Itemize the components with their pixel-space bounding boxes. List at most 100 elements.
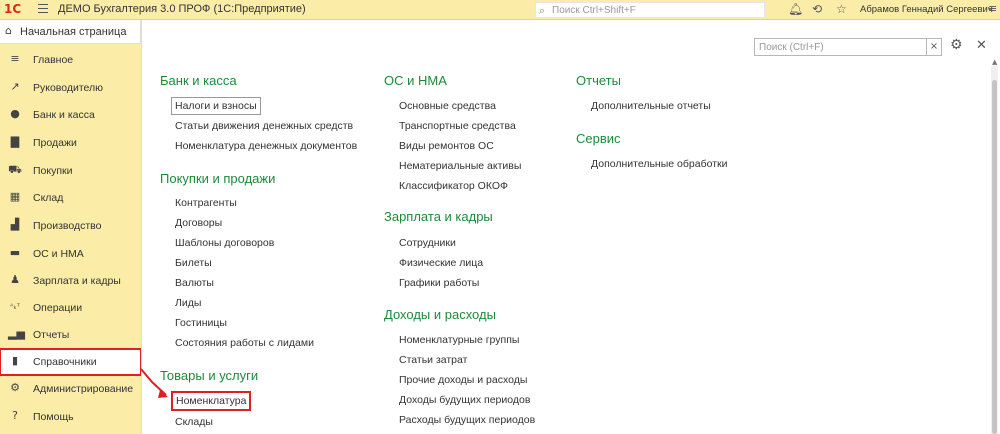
settings-gear-icon[interactable]: ⚙ [950, 37, 963, 53]
bell-icon[interactable]: 🔔︎ [788, 2, 803, 16]
link-contracts[interactable]: Договоры [175, 217, 222, 229]
link-warehouses[interactable]: Склады [175, 416, 213, 428]
main-menu-icon[interactable] [38, 4, 48, 16]
section-title-bank: Банк и касса [160, 73, 237, 88]
link-employees[interactable]: Сотрудники [399, 237, 456, 249]
sidebar-item-label: Главное [33, 54, 74, 66]
link-cash-flow-items[interactable]: Статьи движения денежных средств [175, 120, 353, 132]
sidebar-item-label: Помощь [33, 411, 74, 423]
panel-search-input[interactable]: Поиск (Ctrl+F) [754, 38, 934, 56]
sidebar-item-sales[interactable]: ▇ Продажи [0, 130, 141, 156]
link-lead-states[interactable]: Состояния работы с лидами [175, 337, 314, 349]
sidebar-item-label: Продажи [33, 137, 77, 149]
sidebar-item-label: Руководителю [33, 82, 104, 94]
home-label: Начальная страница [20, 26, 127, 38]
section-title-reports: Отчеты [576, 73, 621, 88]
sidebar-item-fixed-assets[interactable]: ▬ ОС и НМА [0, 241, 141, 267]
link-leads[interactable]: Лиды [175, 297, 201, 309]
factory-icon: ▟ [10, 218, 20, 231]
more-menu-icon[interactable]: ≡ [988, 2, 997, 15]
link-additional-reports[interactable]: Дополнительные отчеты [591, 100, 711, 112]
link-cost-items[interactable]: Статьи затрат [399, 354, 467, 366]
link-counterparties[interactable]: Контрагенты [175, 197, 237, 209]
trend-icon: ↗ [10, 80, 20, 93]
sidebar-item-purchases[interactable]: ⛟ Покупки [0, 158, 141, 184]
directories-panel: Поиск (Ctrl+F) × ⚙ ✕ ▲ Банк и касса Нало… [141, 20, 1000, 434]
link-hotels[interactable]: Гостиницы [175, 317, 227, 329]
close-icon[interactable]: ✕ [976, 38, 987, 53]
link-nomenclature[interactable]: Номенклатура [171, 391, 252, 411]
bag-icon: ▇ [10, 135, 20, 148]
link-intangible-assets[interactable]: Нематериальные активы [399, 160, 521, 172]
sidebar-item-label: Администрирование [33, 383, 134, 395]
sidebar-item-main[interactable]: ≡ Главное [0, 47, 141, 73]
panel-search-placeholder: Поиск (Ctrl+F) [759, 42, 824, 53]
sidebar-item-bank[interactable]: ● Банк и касса [0, 102, 141, 128]
truck-icon: ▬ [9, 246, 21, 259]
question-icon: ? [12, 409, 18, 422]
sidebar-item-label: Банк и касса [33, 109, 95, 121]
tab-home-page[interactable]: ⌂ Начальная страница [0, 20, 141, 44]
sidebar-item-help[interactable]: ? Помощь [0, 404, 141, 430]
link-vehicles[interactable]: Транспортные средства [399, 120, 516, 132]
global-search-placeholder: Поиск Ctrl+Shift+F [552, 5, 636, 16]
star-icon[interactable]: ☆ [836, 2, 847, 16]
global-search-input[interactable]: ⌕ Поиск Ctrl+Shift+F [535, 2, 765, 18]
link-taxes[interactable]: Налоги и взносы [171, 97, 261, 115]
link-other-income-expenses[interactable]: Прочие доходы и расходы [399, 374, 527, 386]
sidebar-item-label: ОС и НМА [33, 248, 84, 260]
sidebar-item-manager[interactable]: ↗ Руководителю [0, 75, 141, 101]
user-name[interactable]: Абрамов Геннадий Сергеевич [860, 4, 993, 15]
sidebar-item-warehouse[interactable]: ▦ Склад [0, 185, 141, 211]
link-additional-processing[interactable]: Дополнительные обработки [591, 158, 727, 170]
vertical-scrollbar[interactable] [991, 66, 998, 434]
link-deferred-income[interactable]: Доходы будущих периодов [399, 394, 530, 406]
link-nomenclature-groups[interactable]: Номенклатурные группы [399, 334, 519, 346]
person-icon: ♟ [10, 273, 20, 286]
scrollbar-thumb[interactable] [992, 80, 997, 434]
sidebar-item-label: Склад [33, 192, 64, 204]
sidebar-item-label: Отчеты [33, 329, 70, 341]
section-title-goods-services: Товары и услуги [160, 368, 259, 383]
link-work-schedules[interactable]: Графики работы [399, 277, 479, 289]
sidebar-item-label: Зарплата и кадры [33, 275, 121, 287]
link-okof-classifier[interactable]: Классификатор ОКОФ [399, 180, 508, 192]
clear-search-button[interactable]: × [926, 38, 942, 56]
sidebar-item-directories[interactable]: ▮ Справочники [0, 348, 142, 376]
section-title-fixed-assets: ОС и НМА [384, 73, 447, 88]
link-contract-templates[interactable]: Шаблоны договоров [175, 237, 274, 249]
top-bar: 1С ДЕМО Бухгалтерия 3.0 ПРОФ (1С:Предпри… [0, 0, 1000, 20]
sidebar-item-reports[interactable]: ▂▅ Отчеты [0, 322, 141, 348]
link-repair-types[interactable]: Виды ремонтов ОС [399, 140, 494, 152]
history-icon[interactable]: ⟲ [812, 2, 822, 16]
link-cash-documents[interactable]: Номенклатура денежных документов [175, 140, 357, 152]
link-currencies[interactable]: Валюты [175, 277, 214, 289]
link-fixed-assets[interactable]: Основные средства [399, 100, 496, 112]
cart-icon: ⛟ [8, 163, 22, 176]
operations-icon: ᴬₖᵀ [10, 302, 20, 311]
link-tickets[interactable]: Билеты [175, 257, 212, 269]
logo-1c: 1С [4, 2, 22, 16]
scroll-up-icon[interactable]: ▲ [992, 58, 997, 66]
sidebar-item-label: Покупки [33, 165, 73, 177]
section-title-salary-hr: Зарплата и кадры [384, 209, 493, 224]
app-title: ДЕМО Бухгалтерия 3.0 ПРОФ (1С:Предприяти… [58, 3, 306, 15]
sidebar-item-production[interactable]: ▟ Производство [0, 213, 141, 239]
gear-icon: ⚙ [10, 381, 20, 394]
link-deferred-expenses[interactable]: Расходы будущих периодов [399, 414, 535, 426]
menu-lines-icon: ≡ [10, 52, 20, 65]
section-title-income-expenses: Доходы и расходы [384, 307, 496, 322]
search-icon: ⌕ [539, 4, 546, 17]
sidebar-item-salary[interactable]: ♟ Зарплата и кадры [0, 268, 141, 294]
sidebar-item-label: Производство [33, 220, 102, 232]
warehouse-icon: ▦ [9, 190, 21, 203]
sidebar-item-label: Операции [33, 302, 83, 314]
sidebar: ⌂ Начальная страница ≡ Главное ↗ Руковод… [0, 20, 142, 434]
bar-chart-icon: ▂▅ [8, 327, 25, 340]
coin-icon: ● [10, 107, 20, 120]
sidebar-item-operations[interactable]: ᴬₖᵀ Операции [0, 295, 141, 321]
link-individuals[interactable]: Физические лица [399, 257, 483, 269]
sidebar-item-administration[interactable]: ⚙ Администрирование [0, 376, 141, 402]
sidebar-item-label: Справочники [33, 356, 97, 368]
home-icon: ⌂ [5, 24, 12, 37]
